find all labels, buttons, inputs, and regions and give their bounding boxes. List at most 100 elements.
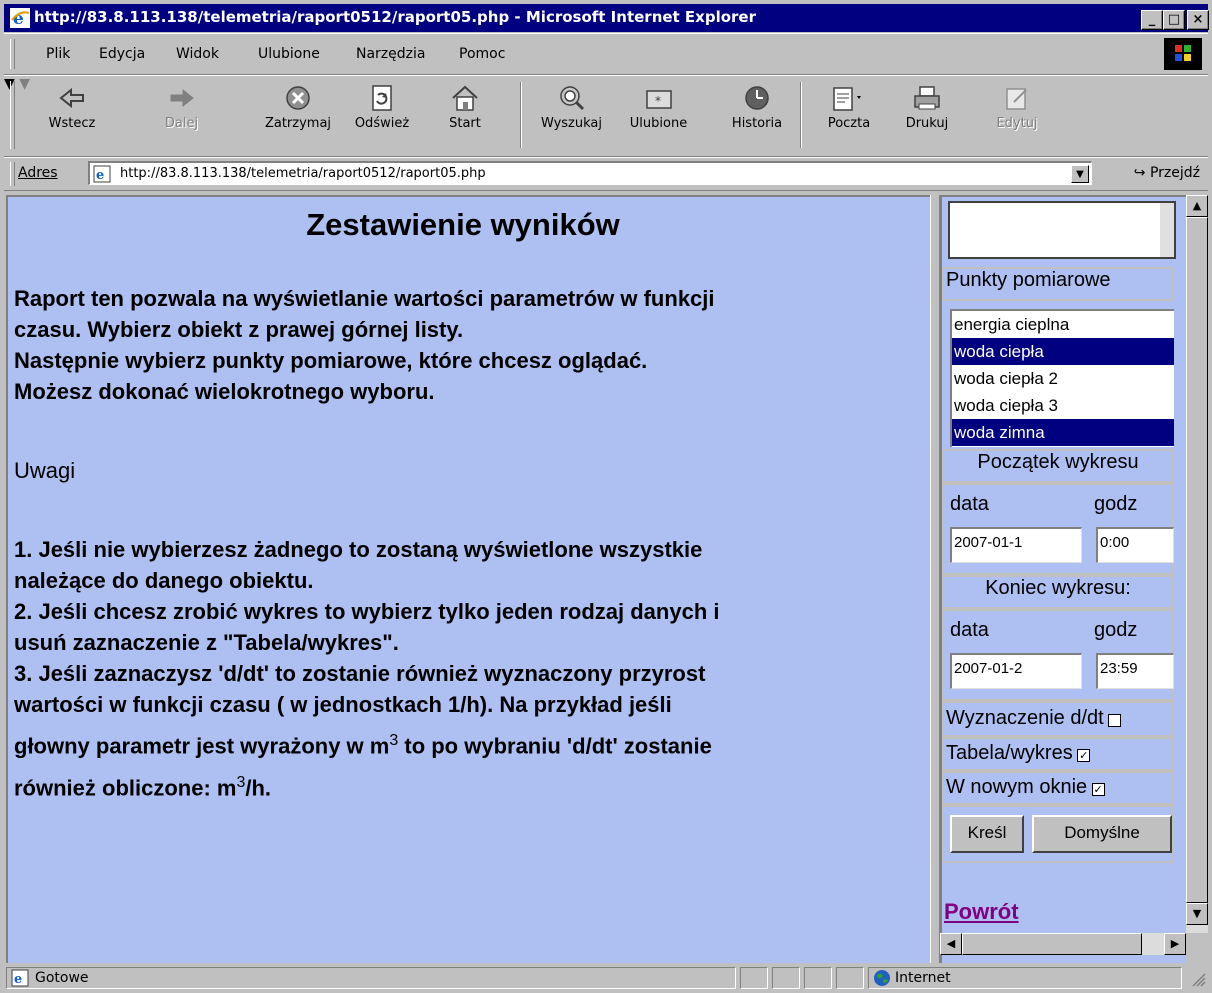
note-3-line-4-text: również obliczone: m (14, 775, 237, 801)
newwin-checkbox[interactable]: ✓ (1091, 782, 1105, 796)
menu-pomoc[interactable]: Pomoc (459, 46, 505, 62)
globe-icon (874, 970, 890, 986)
table-label: Tabela/wykres (946, 742, 1073, 764)
scroll-left-icon[interactable]: ◀ (940, 933, 962, 955)
start-hour-label: godz (1094, 493, 1138, 515)
points-listbox[interactable]: energia cieplna woda ciepła woda ciepła 2w… (950, 309, 1174, 447)
go-button[interactable]: ↪ Przejdź (1134, 165, 1200, 181)
address-bar: Adres e http://83.8.113.138/telemetria/r… (4, 157, 1208, 191)
frame-splitter[interactable] (930, 195, 940, 963)
forward-dropdown-icon[interactable]: ▼ (19, 76, 30, 92)
status-cell (740, 967, 768, 989)
defaults-button[interactable]: Domyślne (1032, 815, 1172, 853)
refresh-button[interactable]: Odśwież (342, 80, 422, 152)
forward-button[interactable]: Dalej (154, 80, 209, 152)
table-checkbox[interactable]: ✓ (1077, 748, 1091, 762)
page-done-icon: e (11, 969, 29, 987)
scroll-right-icon[interactable]: ▶ (1164, 933, 1186, 955)
toolbar-grip[interactable] (10, 81, 15, 149)
search-icon (559, 86, 584, 111)
start-hour-input[interactable]: 0:00 (1096, 527, 1174, 563)
end-date-input[interactable]: 2007-01-2 (950, 653, 1082, 689)
draw-button[interactable]: Kreśl (950, 815, 1024, 853)
ddt-row: Wyznaczenie d/dt (942, 701, 1174, 737)
end-hour-input[interactable]: 23:59 (1096, 653, 1174, 689)
close-button[interactable]: × (1187, 10, 1209, 30)
home-icon (452, 85, 478, 111)
scroll-up-icon[interactable]: ▲ (1186, 195, 1208, 217)
forward-arrow-icon (170, 88, 194, 108)
history-icon (745, 86, 769, 110)
history-button[interactable]: Historia (722, 80, 792, 152)
vertical-scrollbar[interactable]: ▲ ▼ (1186, 195, 1208, 933)
scroll-thumb[interactable] (1186, 217, 1208, 903)
toolbar-separator (800, 82, 802, 148)
menu-narzedzia[interactable]: Narzędzia (356, 46, 425, 62)
address-dropdown-icon[interactable]: ▼ (1071, 165, 1089, 183)
intro-line-1: Raport ten pozwala na wyświetlanie warto… (14, 286, 715, 311)
intro-line-4: Możesz dokonać wielokrotnego wyboru. (14, 379, 435, 404)
zone-cell: Internet (868, 967, 1182, 989)
end-header: Koniec wykresu: (942, 575, 1174, 609)
stop-button[interactable]: Zatrzymaj (254, 80, 342, 152)
svg-text:*: * (655, 94, 661, 108)
menu-widok[interactable]: Widok (176, 46, 219, 62)
points-option[interactable]: energia cieplna (952, 311, 1174, 338)
status-text: Gotowe (35, 970, 89, 986)
edit-button[interactable]: Edytuj (992, 80, 1042, 152)
note-3-line-4-rest: /h. (245, 775, 272, 801)
back-label: Wstecz (48, 116, 96, 131)
end-hour-label: godz (1094, 619, 1138, 641)
toolbar-separator (520, 82, 522, 148)
scroll-down-icon[interactable]: ▼ (1186, 903, 1208, 925)
mail-button[interactable]: Poczta (816, 80, 882, 152)
history-label: Historia (731, 116, 783, 131)
edit-label: Edytuj (996, 116, 1038, 131)
ie-logo-icon: e (10, 8, 30, 28)
zone-text: Internet (895, 970, 951, 986)
horizontal-scrollbar[interactable]: ◀ ▶ (940, 933, 1186, 955)
edit-icon (1006, 88, 1027, 110)
menu-plik[interactable]: Plik (46, 46, 70, 62)
address-input[interactable]: e http://83.8.113.138/telemetria/raport0… (88, 161, 1092, 185)
ddt-checkbox[interactable] (1108, 713, 1122, 727)
superscript: 3 (389, 732, 399, 749)
note-3-line-4: również obliczone: m3/h. (14, 769, 271, 802)
go-label: Przejdź (1149, 165, 1200, 181)
favorites-label: Ulubione (629, 116, 688, 131)
standard-toolbar: Wstecz ▼ Dalej ▼ Zatrzymaj Odśwież Start… (4, 75, 1208, 157)
favorites-button[interactable]: * Ulubione (616, 80, 701, 152)
hscroll-thumb[interactable] (962, 933, 1142, 955)
note-3-line-3-rest: to po wybraniu 'd/dt' zostanie (398, 733, 712, 759)
maximize-button[interactable]: □ (1163, 10, 1185, 30)
page-title: Zestawienie wyników (306, 207, 620, 242)
points-option[interactable]: woda ciepła 3 (952, 392, 1174, 419)
status-bar: e Gotowe Internet (4, 965, 1208, 991)
object-list[interactable] (948, 201, 1176, 259)
address-grip[interactable] (10, 162, 15, 186)
points-label: Punkty pomiarowe (946, 269, 1111, 291)
note-1-line-1: 1. Jeśli nie wybierzesz żadnego to zosta… (14, 537, 703, 562)
start-date-input[interactable]: 2007-01-1 (950, 527, 1082, 563)
back-link[interactable]: Powrót (944, 899, 1019, 925)
back-button[interactable]: Wstecz (42, 80, 102, 152)
note-1-line-2: należące do danego obiektu. (14, 568, 314, 593)
browser-window: e http://83.8.113.138/telemetria/raport0… (0, 0, 1212, 993)
search-button[interactable]: Wyszukaj (529, 80, 614, 152)
minimize-button[interactable]: _ (1141, 10, 1163, 30)
menu-ulubione[interactable]: Ulubione (258, 46, 320, 62)
resize-grip-icon[interactable] (1190, 971, 1206, 987)
points-option[interactable]: woda ciepła 2 (952, 365, 1174, 392)
menu-edycja[interactable]: Edycja (99, 46, 145, 62)
points-option[interactable]: woda zimna (952, 419, 1174, 446)
print-button[interactable]: Drukuj (902, 80, 952, 152)
status-cell (836, 967, 864, 989)
home-button[interactable]: Start (440, 80, 490, 152)
note-3-line-2: wartości w funkcji czasu ( w jednostkach… (14, 692, 672, 717)
points-option[interactable]: woda ciepła (952, 338, 1174, 365)
object-list-scrollbar[interactable] (1160, 203, 1174, 257)
svg-text:e: e (14, 972, 22, 987)
menu-grip[interactable] (10, 39, 15, 69)
mail-icon (833, 87, 861, 111)
print-label: Drukuj (905, 116, 949, 131)
